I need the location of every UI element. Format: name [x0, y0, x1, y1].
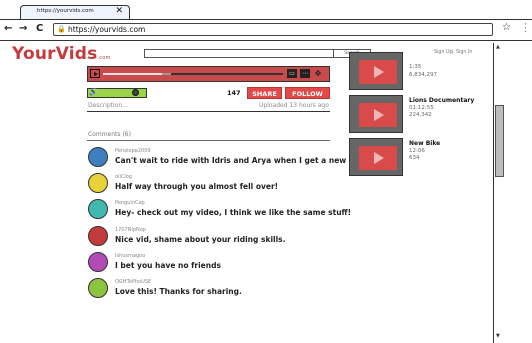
related-video-duration: 1:35 — [409, 64, 422, 70]
close-tab-icon[interactable]: ✕ — [115, 6, 123, 16]
divider — [87, 140, 330, 141]
avatar[interactable] — [88, 252, 108, 272]
follow-button[interactable]: FOLLOW — [285, 87, 330, 99]
comment-username[interactable]: 1707NipNop — [115, 227, 146, 233]
volume-icon: 🔊 — [89, 88, 98, 96]
related-video-views: 224,342 — [409, 112, 432, 118]
comment-username[interactable]: oliClog — [115, 174, 132, 180]
related-video-title[interactable]: New Bike — [409, 140, 440, 147]
tab-title: https://yourvids.com — [37, 8, 94, 14]
scroll-down-icon[interactable]: ▼ — [496, 333, 500, 339]
address-bar[interactable]: 🔒 https://yourvids.com — [53, 23, 493, 36]
video-controls: ▭ ⋯ ✥ — [87, 66, 330, 82]
play-icon — [359, 103, 397, 127]
divider — [87, 111, 330, 113]
browser-menu-icon[interactable]: ⋮ — [520, 21, 531, 34]
description-link[interactable]: Description... — [88, 102, 128, 109]
reload-icon[interactable]: C — [36, 23, 43, 34]
comment-item: 1707NipNop Nice vid, shame about your ri… — [88, 226, 348, 250]
seek-bar[interactable] — [103, 73, 283, 75]
settings-icon[interactable]: ⋯ — [300, 69, 310, 78]
comment-item: PenguinCap Hey- check out my video, I th… — [88, 199, 352, 223]
related-video[interactable]: 1:35 6,834,297 — [349, 52, 494, 90]
comment-username[interactable]: Ishusmagoo — [115, 253, 145, 259]
captions-icon[interactable]: ▭ — [287, 69, 297, 78]
fullscreen-icon[interactable]: ✥ — [313, 69, 323, 78]
comment-text: Nice vid, shame about your riding skills… — [115, 235, 286, 244]
bookmark-star-icon[interactable]: ☆ — [502, 22, 511, 33]
back-arrow-icon[interactable]: ← — [4, 23, 12, 34]
upload-time: Uploaded 13 hours ago — [259, 102, 329, 109]
logo-text: YourVids — [12, 44, 98, 64]
comment-item: Ishusmagoo I bet you have no friends — [88, 252, 348, 276]
play-icon — [359, 146, 397, 170]
logo-suffix: .com — [97, 55, 111, 61]
site-logo[interactable]: YourVids.com — [12, 44, 111, 64]
related-video[interactable]: Lions Documentary 01:12:55 224,342 — [349, 95, 494, 133]
comment-username[interactable]: OGHToPhoUSE — [115, 279, 151, 285]
lock-icon: 🔒 — [57, 25, 66, 33]
scroll-thumb[interactable] — [495, 105, 504, 177]
related-video-duration: 01:12:55 — [409, 105, 434, 111]
video-thumbnail[interactable] — [349, 52, 403, 90]
play-icon[interactable] — [90, 69, 100, 78]
avatar[interactable] — [88, 278, 108, 298]
comment-username[interactable]: Penelope2009 — [115, 148, 151, 154]
comment-text: Can't wait to ride with Idris and Arya w… — [115, 156, 370, 165]
comment-item: Penelope2009 Can't wait to ride with Idr… — [88, 147, 369, 171]
comment-text: Hey- check out my video, I think we like… — [115, 208, 352, 217]
comment-text: Half way through you almost fell over! — [115, 182, 279, 191]
related-video-views: 634 — [409, 155, 420, 161]
video-thumbnail[interactable] — [349, 95, 403, 133]
volume-slider[interactable]: 🔊 — [87, 88, 147, 98]
browser-toolbar: ← → C 🔒 https://yourvids.com ☆ ⋮ — [0, 19, 532, 41]
share-button[interactable]: SHARE — [247, 87, 282, 99]
seek-buffer — [162, 73, 172, 75]
related-video-views: 6,834,297 — [409, 72, 437, 78]
comments-header: Comments (6) — [88, 131, 131, 138]
avatar[interactable] — [88, 173, 108, 193]
view-count: 147 — [227, 89, 241, 97]
related-video-title[interactable]: Lions Documentary — [409, 97, 474, 104]
volume-knob[interactable] — [132, 89, 140, 96]
seek-progress — [103, 73, 163, 75]
avatar[interactable] — [88, 147, 108, 167]
forward-arrow-icon[interactable]: → — [19, 23, 27, 34]
related-video[interactable]: New Bike 12:06 634 — [349, 138, 494, 176]
page-scrollbar[interactable]: ▲ ▼ — [493, 43, 505, 343]
comment-username[interactable]: PenguinCap — [115, 200, 145, 206]
avatar[interactable] — [88, 226, 108, 246]
comment-text: I bet you have no friends — [115, 261, 221, 270]
comment-item: oliClog Half way through you almost fell… — [88, 173, 348, 197]
avatar[interactable] — [88, 199, 108, 219]
tab-bar: https://yourvids.com ✕ — [0, 0, 532, 20]
comment-item: OGHToPhoUSE Love this! Thanks for sharin… — [88, 278, 348, 302]
play-icon — [359, 60, 397, 84]
browser-tab[interactable]: https://yourvids.com ✕ — [20, 5, 130, 20]
address-url: https://yourvids.com — [68, 25, 146, 34]
comment-text: Love this! Thanks for sharing. — [115, 287, 242, 296]
related-video-duration: 12:06 — [409, 148, 425, 154]
video-thumbnail[interactable] — [349, 138, 403, 176]
scroll-up-icon[interactable]: ▲ — [496, 44, 500, 50]
